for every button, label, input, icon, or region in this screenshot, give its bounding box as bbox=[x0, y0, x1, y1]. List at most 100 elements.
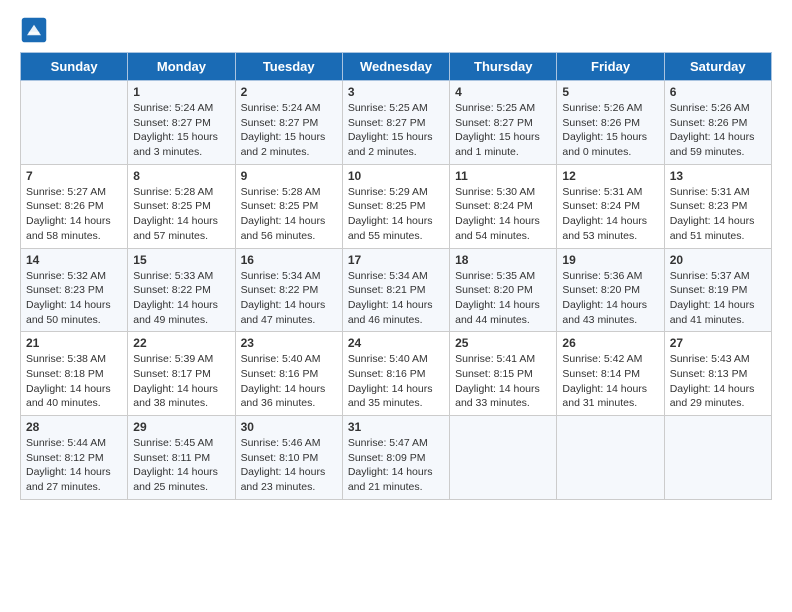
day-info: Sunrise: 5:46 AM Sunset: 8:10 PM Dayligh… bbox=[241, 436, 337, 495]
day-info: Sunrise: 5:32 AM Sunset: 8:23 PM Dayligh… bbox=[26, 269, 122, 328]
day-number: 31 bbox=[348, 420, 444, 434]
calendar-cell: 25 Sunrise: 5:41 AM Sunset: 8:15 PM Dayli… bbox=[450, 332, 557, 416]
header-day-wednesday: Wednesday bbox=[342, 53, 449, 81]
day-info: Sunrise: 5:44 AM Sunset: 8:12 PM Dayligh… bbox=[26, 436, 122, 495]
day-info: Sunrise: 5:39 AM Sunset: 8:17 PM Dayligh… bbox=[133, 352, 229, 411]
week-row-4: 21 Sunrise: 5:38 AM Sunset: 8:18 PM Dayli… bbox=[21, 332, 772, 416]
calendar-cell: 7Sunrise: 5:27 AM Sunset: 8:26 PM Daylig… bbox=[21, 164, 128, 248]
calendar-cell: 11 Sunrise: 5:30 AM Sunset: 8:24 PM Dayli… bbox=[450, 164, 557, 248]
day-number: 12 bbox=[562, 169, 658, 183]
day-number: 19 bbox=[562, 253, 658, 267]
day-info: Sunrise: 5:27 AM Sunset: 8:26 PM Dayligh… bbox=[26, 185, 122, 244]
calendar-cell: 30 Sunrise: 5:46 AM Sunset: 8:10 PM Dayli… bbox=[235, 416, 342, 500]
calendar-cell: 8Sunrise: 5:28 AM Sunset: 8:25 PM Daylig… bbox=[128, 164, 235, 248]
calendar-body: 1 Sunrise: 5:24 AM Sunset: 8:27 PM Daylig… bbox=[21, 81, 772, 500]
day-info: Sunrise: 5:24 AM Sunset: 8:27 PM Dayligh… bbox=[133, 101, 229, 160]
calendar-cell: 31 Sunrise: 5:47 AM Sunset: 8:09 PM Dayli… bbox=[342, 416, 449, 500]
calendar-cell bbox=[664, 416, 771, 500]
calendar-cell: 20 Sunrise: 5:37 AM Sunset: 8:19 PM Dayli… bbox=[664, 248, 771, 332]
day-number: 3 bbox=[348, 85, 444, 99]
day-number: 22 bbox=[133, 336, 229, 350]
day-info: Sunrise: 5:35 AM Sunset: 8:20 PM Dayligh… bbox=[455, 269, 551, 328]
week-row-5: 28 Sunrise: 5:44 AM Sunset: 8:12 PM Dayli… bbox=[21, 416, 772, 500]
day-info: Sunrise: 5:47 AM Sunset: 8:09 PM Dayligh… bbox=[348, 436, 444, 495]
day-number: 18 bbox=[455, 253, 551, 267]
calendar-table: SundayMondayTuesdayWednesdayThursdayFrid… bbox=[20, 52, 772, 500]
day-info: Sunrise: 5:45 AM Sunset: 8:11 PM Dayligh… bbox=[133, 436, 229, 495]
day-number: 2 bbox=[241, 85, 337, 99]
week-row-1: 1 Sunrise: 5:24 AM Sunset: 8:27 PM Daylig… bbox=[21, 81, 772, 165]
day-info: Sunrise: 5:40 AM Sunset: 8:16 PM Dayligh… bbox=[348, 352, 444, 411]
day-info: Sunrise: 5:31 AM Sunset: 8:23 PM Dayligh… bbox=[670, 185, 766, 244]
calendar-cell bbox=[21, 81, 128, 165]
calendar-cell: 15 Sunrise: 5:33 AM Sunset: 8:22 PM Dayli… bbox=[128, 248, 235, 332]
calendar-cell: 6Sunrise: 5:26 AM Sunset: 8:26 PM Daylig… bbox=[664, 81, 771, 165]
day-info: Sunrise: 5:26 AM Sunset: 8:26 PM Dayligh… bbox=[562, 101, 658, 160]
day-number: 14 bbox=[26, 253, 122, 267]
week-row-3: 14 Sunrise: 5:32 AM Sunset: 8:23 PM Dayli… bbox=[21, 248, 772, 332]
header bbox=[20, 16, 772, 44]
header-row: SundayMondayTuesdayWednesdayThursdayFrid… bbox=[21, 53, 772, 81]
day-info: Sunrise: 5:40 AM Sunset: 8:16 PM Dayligh… bbox=[241, 352, 337, 411]
calendar-cell: 5 Sunrise: 5:26 AM Sunset: 8:26 PM Daylig… bbox=[557, 81, 664, 165]
day-info: Sunrise: 5:38 AM Sunset: 8:18 PM Dayligh… bbox=[26, 352, 122, 411]
day-info: Sunrise: 5:37 AM Sunset: 8:19 PM Dayligh… bbox=[670, 269, 766, 328]
calendar-cell: 27Sunrise: 5:43 AM Sunset: 8:13 PM Dayli… bbox=[664, 332, 771, 416]
day-number: 15 bbox=[133, 253, 229, 267]
day-number: 9 bbox=[241, 169, 337, 183]
day-number: 26 bbox=[562, 336, 658, 350]
calendar-cell: 4 Sunrise: 5:25 AM Sunset: 8:27 PM Daylig… bbox=[450, 81, 557, 165]
day-info: Sunrise: 5:33 AM Sunset: 8:22 PM Dayligh… bbox=[133, 269, 229, 328]
day-number: 25 bbox=[455, 336, 551, 350]
day-info: Sunrise: 5:25 AM Sunset: 8:27 PM Dayligh… bbox=[455, 101, 551, 160]
day-number: 29 bbox=[133, 420, 229, 434]
day-info: Sunrise: 5:29 AM Sunset: 8:25 PM Dayligh… bbox=[348, 185, 444, 244]
day-number: 23 bbox=[241, 336, 337, 350]
day-info: Sunrise: 5:42 AM Sunset: 8:14 PM Dayligh… bbox=[562, 352, 658, 411]
day-number: 4 bbox=[455, 85, 551, 99]
calendar-cell: 24 Sunrise: 5:40 AM Sunset: 8:16 PM Dayli… bbox=[342, 332, 449, 416]
calendar-cell: 2Sunrise: 5:24 AM Sunset: 8:27 PM Daylig… bbox=[235, 81, 342, 165]
calendar-cell: 19 Sunrise: 5:36 AM Sunset: 8:20 PM Dayli… bbox=[557, 248, 664, 332]
day-info: Sunrise: 5:31 AM Sunset: 8:24 PM Dayligh… bbox=[562, 185, 658, 244]
calendar-cell bbox=[450, 416, 557, 500]
calendar-cell: 23 Sunrise: 5:40 AM Sunset: 8:16 PM Dayli… bbox=[235, 332, 342, 416]
calendar-cell: 10Sunrise: 5:29 AM Sunset: 8:25 PM Dayli… bbox=[342, 164, 449, 248]
header-day-thursday: Thursday bbox=[450, 53, 557, 81]
day-info: Sunrise: 5:25 AM Sunset: 8:27 PM Dayligh… bbox=[348, 101, 444, 160]
calendar-cell: 14 Sunrise: 5:32 AM Sunset: 8:23 PM Dayli… bbox=[21, 248, 128, 332]
day-info: Sunrise: 5:28 AM Sunset: 8:25 PM Dayligh… bbox=[133, 185, 229, 244]
calendar-cell: 1 Sunrise: 5:24 AM Sunset: 8:27 PM Daylig… bbox=[128, 81, 235, 165]
header-day-saturday: Saturday bbox=[664, 53, 771, 81]
calendar-cell: 17 Sunrise: 5:34 AM Sunset: 8:21 PM Dayli… bbox=[342, 248, 449, 332]
calendar-cell: 22 Sunrise: 5:39 AM Sunset: 8:17 PM Dayli… bbox=[128, 332, 235, 416]
day-number: 5 bbox=[562, 85, 658, 99]
day-number: 28 bbox=[26, 420, 122, 434]
day-number: 11 bbox=[455, 169, 551, 183]
calendar-cell bbox=[557, 416, 664, 500]
day-number: 1 bbox=[133, 85, 229, 99]
day-number: 20 bbox=[670, 253, 766, 267]
calendar-cell: 29 Sunrise: 5:45 AM Sunset: 8:11 PM Dayli… bbox=[128, 416, 235, 500]
day-info: Sunrise: 5:34 AM Sunset: 8:21 PM Dayligh… bbox=[348, 269, 444, 328]
logo-icon bbox=[20, 16, 48, 44]
day-number: 17 bbox=[348, 253, 444, 267]
day-number: 16 bbox=[241, 253, 337, 267]
calendar-cell: 12 Sunrise: 5:31 AM Sunset: 8:24 PM Dayli… bbox=[557, 164, 664, 248]
day-info: Sunrise: 5:43 AM Sunset: 8:13 PM Dayligh… bbox=[670, 352, 766, 411]
calendar-cell: 28 Sunrise: 5:44 AM Sunset: 8:12 PM Dayli… bbox=[21, 416, 128, 500]
day-info: Sunrise: 5:36 AM Sunset: 8:20 PM Dayligh… bbox=[562, 269, 658, 328]
day-info: Sunrise: 5:26 AM Sunset: 8:26 PM Dayligh… bbox=[670, 101, 766, 160]
week-row-2: 7Sunrise: 5:27 AM Sunset: 8:26 PM Daylig… bbox=[21, 164, 772, 248]
calendar-cell: 13Sunrise: 5:31 AM Sunset: 8:23 PM Dayli… bbox=[664, 164, 771, 248]
day-number: 21 bbox=[26, 336, 122, 350]
day-info: Sunrise: 5:30 AM Sunset: 8:24 PM Dayligh… bbox=[455, 185, 551, 244]
day-info: Sunrise: 5:28 AM Sunset: 8:25 PM Dayligh… bbox=[241, 185, 337, 244]
calendar-cell: 16Sunrise: 5:34 AM Sunset: 8:22 PM Dayli… bbox=[235, 248, 342, 332]
day-number: 24 bbox=[348, 336, 444, 350]
day-number: 30 bbox=[241, 420, 337, 434]
day-info: Sunrise: 5:41 AM Sunset: 8:15 PM Dayligh… bbox=[455, 352, 551, 411]
calendar-cell: 18 Sunrise: 5:35 AM Sunset: 8:20 PM Dayli… bbox=[450, 248, 557, 332]
header-day-friday: Friday bbox=[557, 53, 664, 81]
calendar-cell: 21 Sunrise: 5:38 AM Sunset: 8:18 PM Dayli… bbox=[21, 332, 128, 416]
